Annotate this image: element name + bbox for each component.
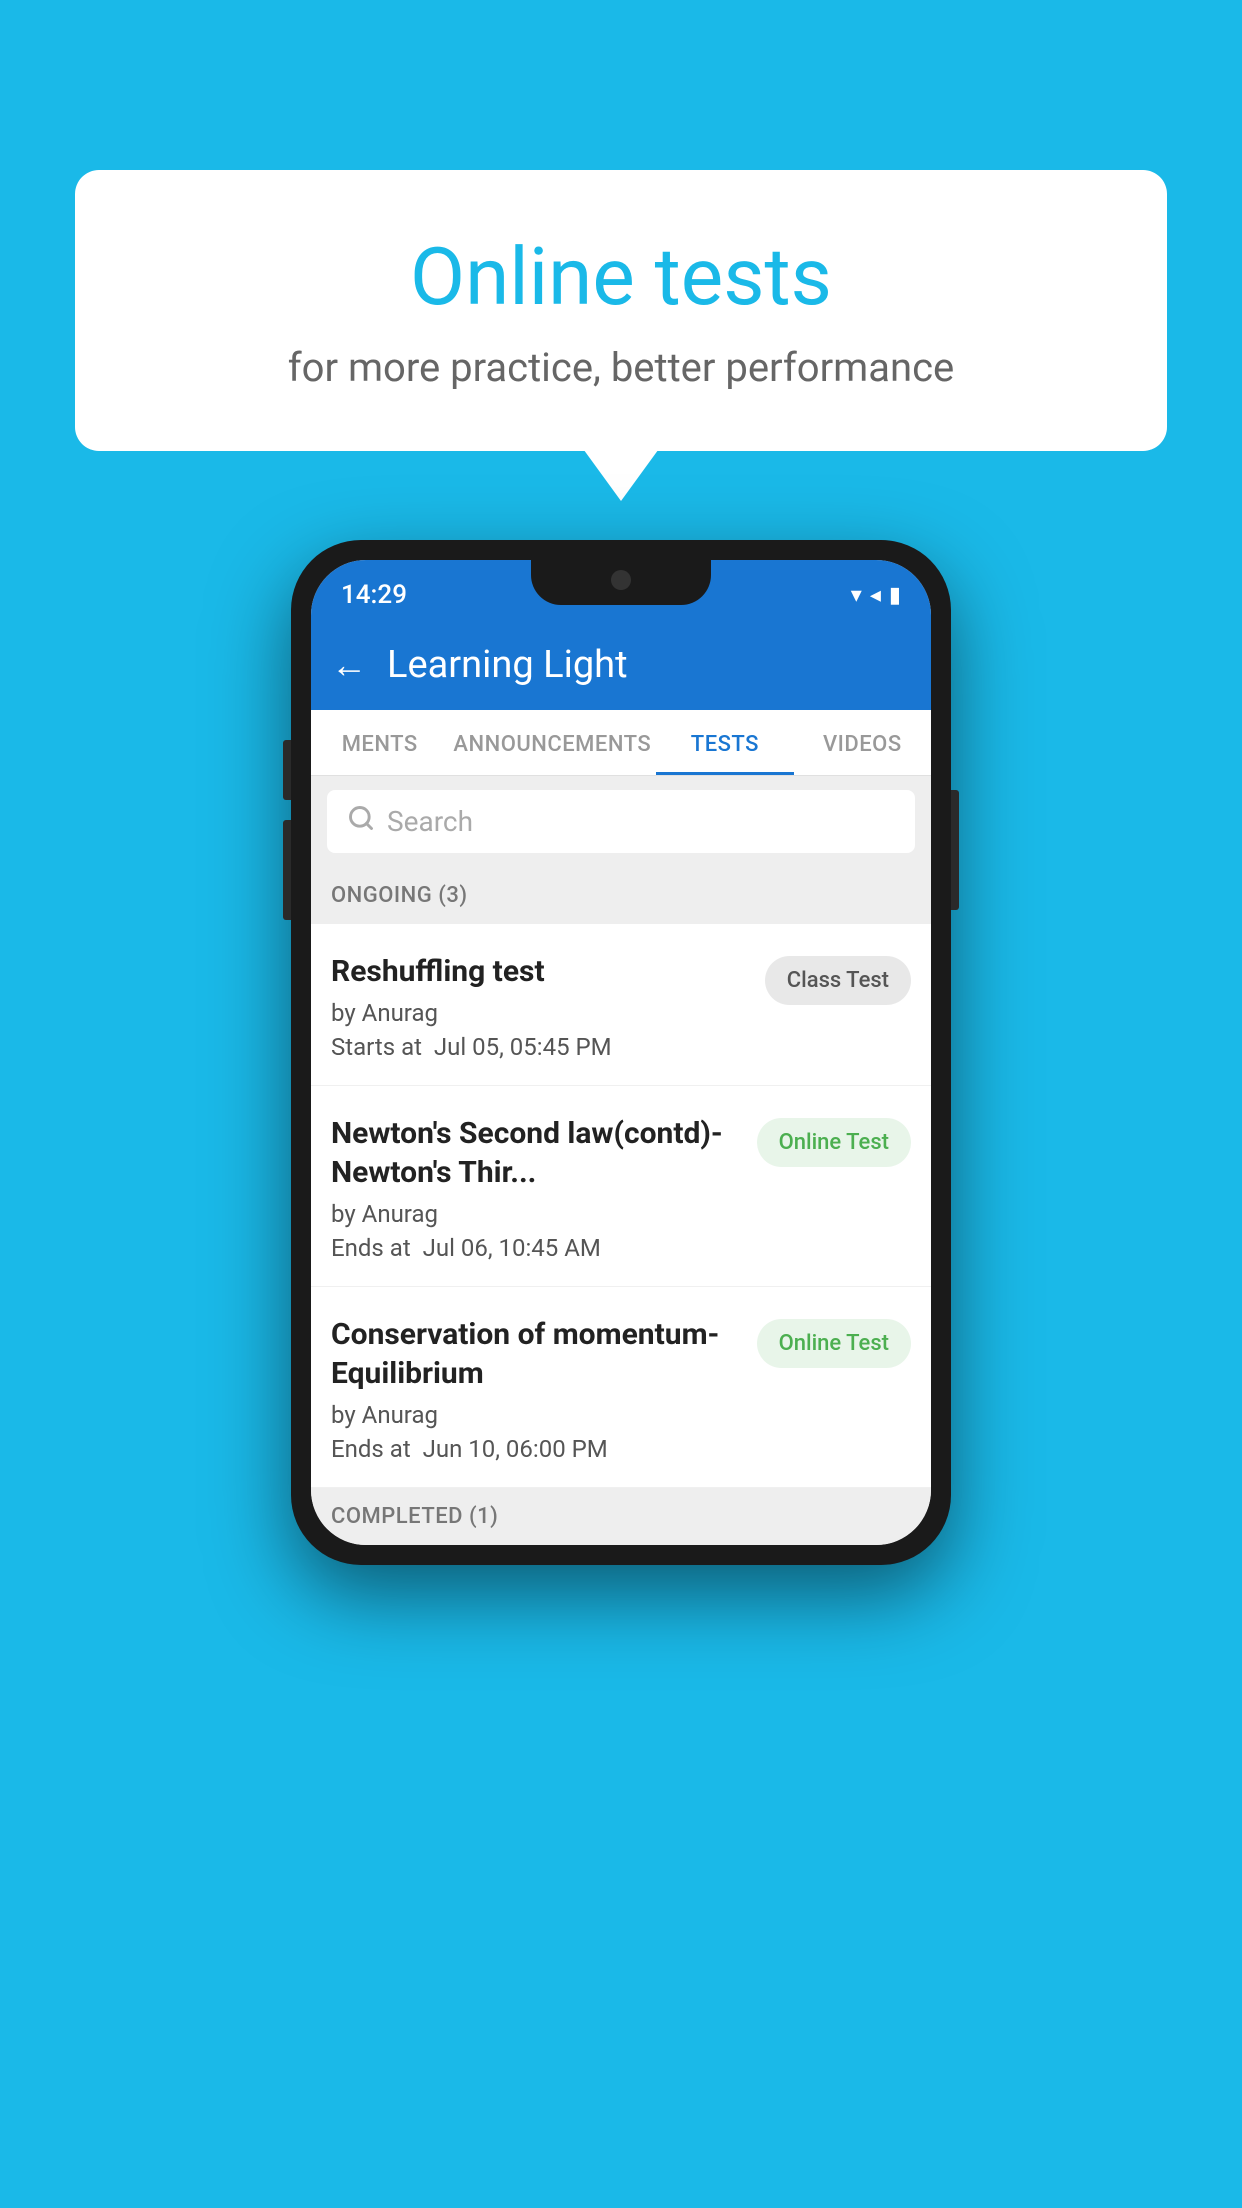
wifi-icon: ▾ [851, 583, 862, 608]
test-by-1: by Anurag [331, 999, 755, 1027]
test-info-1: Reshuffling test by Anurag Starts at Jul… [331, 952, 755, 1061]
app-title: Learning Light [387, 643, 628, 687]
phone-camera [611, 570, 631, 590]
tab-bar: MENTS ANNOUNCEMENTS TESTS VIDEOS [311, 710, 931, 776]
tab-ments[interactable]: MENTS [311, 710, 448, 775]
app-header: ← Learning Light [311, 620, 931, 710]
search-container: Search [311, 776, 931, 867]
back-button[interactable]: ← [331, 644, 367, 686]
search-placeholder: Search [387, 805, 473, 838]
battery-icon: ▮ [889, 583, 901, 608]
test-badge-3: Online Test [757, 1319, 911, 1368]
test-name-3: Conservation of momentum-Equilibrium [331, 1315, 747, 1393]
test-item-3[interactable]: Conservation of momentum-Equilibrium by … [311, 1287, 931, 1488]
speech-bubble-title: Online tests [155, 230, 1087, 324]
phone-frame: 14:29 ▾ ◂ ▮ ← Learning Light MENTS ANNOU… [291, 540, 951, 1565]
phone-btn-left [283, 740, 291, 800]
test-date-3: Ends at Jun 10, 06:00 PM [331, 1435, 747, 1463]
search-icon [347, 804, 375, 839]
test-badge-1: Class Test [765, 956, 911, 1005]
test-by-3: by Anurag [331, 1401, 747, 1429]
status-time: 14:29 [341, 580, 407, 610]
test-date-1: Starts at Jul 05, 05:45 PM [331, 1033, 755, 1061]
status-icons: ▾ ◂ ▮ [851, 583, 901, 608]
test-date-2: Ends at Jul 06, 10:45 AM [331, 1234, 747, 1262]
ongoing-section-header: ONGOING (3) [311, 867, 931, 924]
completed-section-title: COMPLETED (1) [331, 1504, 498, 1529]
phone-wrapper: 14:29 ▾ ◂ ▮ ← Learning Light MENTS ANNOU… [291, 540, 951, 1565]
test-by-2: by Anurag [331, 1200, 747, 1228]
tab-announcements[interactable]: ANNOUNCEMENTS [448, 710, 656, 775]
ongoing-section-title: ONGOING (3) [331, 883, 468, 908]
tab-videos[interactable]: VIDEOS [794, 710, 931, 775]
tab-tests[interactable]: TESTS [656, 710, 793, 775]
phone-btn-left2 [283, 820, 291, 920]
test-item-2[interactable]: Newton's Second law(contd)-Newton's Thir… [311, 1086, 931, 1287]
phone-notch [531, 560, 711, 605]
phone-screen: 14:29 ▾ ◂ ▮ ← Learning Light MENTS ANNOU… [311, 560, 931, 1545]
completed-section-header: COMPLETED (1) [311, 1488, 931, 1545]
test-name-1: Reshuffling test [331, 952, 755, 991]
phone-btn-right [951, 790, 959, 910]
test-item-1[interactable]: Reshuffling test by Anurag Starts at Jul… [311, 924, 931, 1086]
test-info-2: Newton's Second law(contd)-Newton's Thir… [331, 1114, 747, 1262]
speech-bubble-subtitle: for more practice, better performance [155, 344, 1087, 391]
signal-icon: ◂ [870, 583, 881, 608]
test-badge-2: Online Test [757, 1118, 911, 1167]
test-info-3: Conservation of momentum-Equilibrium by … [331, 1315, 747, 1463]
speech-bubble-container: Online tests for more practice, better p… [75, 170, 1167, 451]
test-list: Reshuffling test by Anurag Starts at Jul… [311, 924, 931, 1488]
speech-bubble: Online tests for more practice, better p… [75, 170, 1167, 451]
test-name-2: Newton's Second law(contd)-Newton's Thir… [331, 1114, 747, 1192]
search-bar[interactable]: Search [327, 790, 915, 853]
